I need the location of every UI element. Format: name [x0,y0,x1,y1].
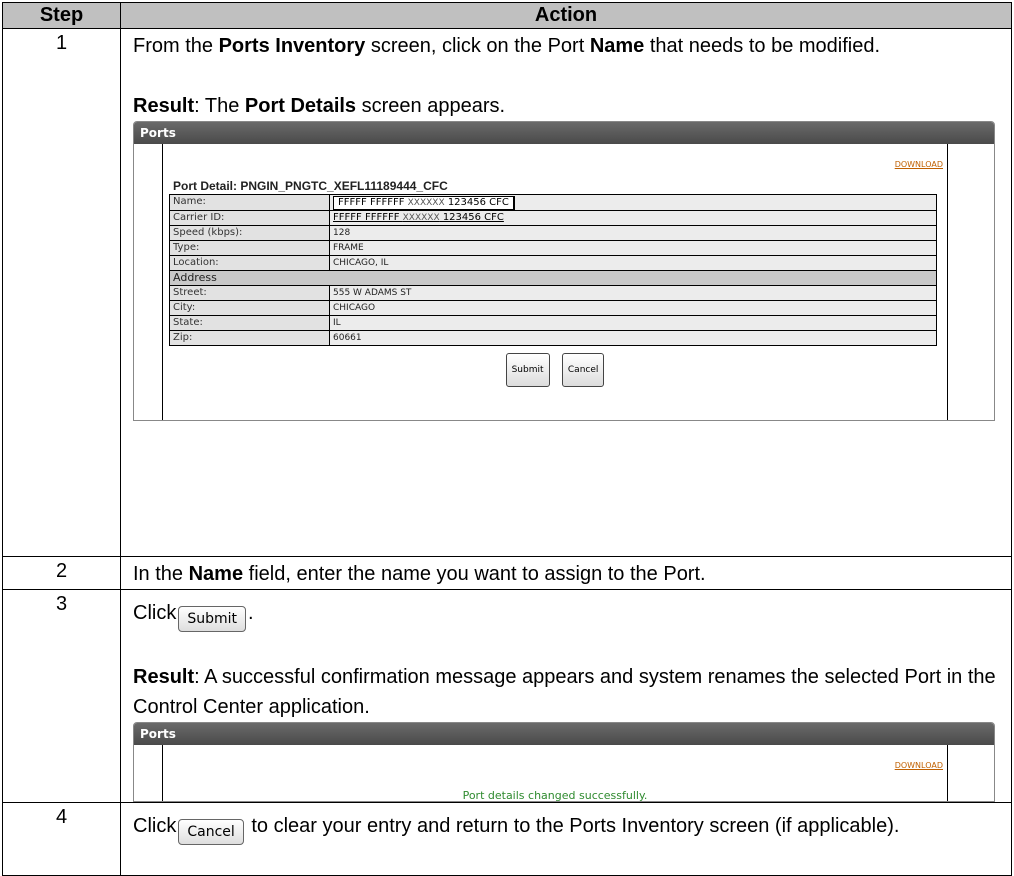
cancel-button-image: Cancel [178,819,244,845]
step-number: 1 [2,28,121,557]
step-row-2: 2 In the Name field, enter the name you … [2,556,1012,590]
address-section-header: Address [169,270,937,286]
detail-row: Speed (kbps): 128 [169,225,937,241]
step-row-3: 3 Click Submit. Result: A successful conf… [2,589,1012,803]
field-label: Location: [169,255,330,271]
field-value: CHICAGO, IL [329,255,937,271]
step-result: Result: A successful confirmation messag… [133,662,999,722]
step-number: 3 [2,589,121,803]
header-action: Action [120,2,1012,29]
detail-row-name: Name: FFFFF FFFFFF XXXXXX 123456 CFC [169,194,937,211]
text: 123456 CFC [444,197,509,208]
detail-row: Location: CHICAGO, IL [169,255,937,271]
bold-text: Name [188,563,244,585]
text: screen, click on the Port [365,35,590,57]
confirmation-screenshot: Ports DOWNLOAD Port details changed succ… [133,722,995,802]
text: FFFFF FFFFFF [333,212,403,223]
panel-title: Ports [134,122,994,144]
cancel-button[interactable]: Cancel [561,353,605,387]
step-action: From the Ports Inventory screen, click o… [120,28,1012,557]
bold-text: Port Details [244,95,357,117]
text: XXXXXX [402,213,440,223]
text: Click [133,815,177,837]
field-label: Carrier ID: [169,210,330,226]
text: screen appears. [356,95,506,117]
step-number: 2 [2,556,121,590]
step-action: In the Name field, enter the name you wa… [120,556,1012,590]
text: FFFFF FFFFFF [338,197,408,208]
text: : The [194,95,245,117]
field-value: CHICAGO [329,300,937,316]
step-instruction: From the Ports Inventory screen, click o… [133,31,999,61]
text: field, enter the name you want to assign… [243,563,706,585]
success-message: Port details changed successfully. [462,789,648,802]
port-detail-table: Name: FFFFF FFFFFF XXXXXX 123456 CFC Car… [169,194,937,346]
detail-row: Type: FRAME [169,240,937,256]
field-value: IL [329,315,937,331]
field-label: Street: [169,285,330,301]
step-result: Result: The Port Details screen appears. [133,91,999,121]
step-instruction: Click Submit. [133,592,999,632]
text: : A successful confirmation message appe… [133,666,996,718]
bold-text: Ports Inventory [218,35,366,57]
submit-button-image: Submit [178,606,247,632]
step-row-4: 4 Click Cancel to clear your entry and re… [2,802,1012,876]
step-action: Click Submit. Result: A successful confir… [120,589,1012,803]
text: In the [133,563,189,585]
field-label: Zip: [169,330,330,346]
header-row: Step Action [2,2,1012,29]
field-value: 128 [329,225,937,241]
field-label: Type: [169,240,330,256]
field-label: State: [169,315,330,331]
bold-text: Name [589,35,645,57]
submit-button[interactable]: Submit [505,353,550,387]
section-label: Address [169,270,937,286]
download-link[interactable]: DOWNLOAD [895,150,943,180]
text: that needs to be modified. [644,35,881,57]
text: XXXXXX [407,198,445,208]
text: to clear your entry and return to the Po… [245,815,900,837]
detail-row: Street: 555 W ADAMS ST [169,285,937,301]
name-input[interactable]: FFFFF FFFFFF XXXXXX 123456 CFC [333,196,515,210]
field-value: 555 W ADAMS ST [329,285,937,301]
field-label: City: [169,300,330,316]
step-number: 4 [2,802,121,876]
step-row-1: 1 From the Ports Inventory screen, click… [2,28,1012,557]
text: . [248,602,254,624]
form-buttons: Submit Cancel [163,346,947,391]
field-value: 60661 [329,330,937,346]
carrier-id-link[interactable]: FFFFF FFFFFF XXXXXX 123456 CFC [333,212,504,223]
field-value: FRAME [329,240,937,256]
text: 123456 CFC [439,212,504,223]
result-label: Result [133,666,195,688]
port-details-screenshot: Ports DOWNLOAD Port Detail: PNGIN_PNGTC_… [133,121,995,421]
result-label: Result [133,95,195,117]
step-action: Click Cancel to clear your entry and retu… [120,802,1012,876]
procedure-table: Step Action 1 From the Ports Inventory s… [2,2,1012,876]
detail-row-carrier: Carrier ID: FFFFF FFFFFF XXXXXX 123456 C… [169,210,937,226]
text: Click [133,602,177,624]
step-instruction: Click Cancel to clear your entry and retu… [133,805,999,845]
download-link[interactable]: DOWNLOAD [895,751,943,781]
panel-title: Ports [134,723,994,745]
field-label: Name: [169,194,330,211]
header-step: Step [2,2,121,29]
step-instruction: In the Name field, enter the name you wa… [133,559,999,589]
detail-row: Zip: 60661 [169,330,937,346]
field-label: Speed (kbps): [169,225,330,241]
detail-row: State: IL [169,315,937,331]
detail-row: City: CHICAGO [169,300,937,316]
text: From the [133,35,219,57]
port-detail-title: Port Detail: PNGIN_PNGTC_XEFL11189444_CF… [173,179,448,193]
